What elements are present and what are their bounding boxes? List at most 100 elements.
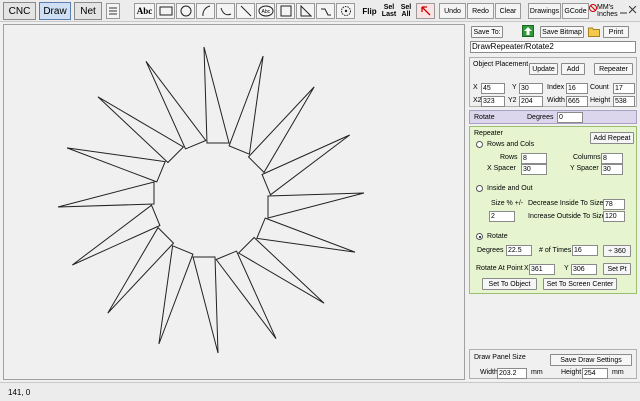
drawings-button[interactable]: Drawings xyxy=(528,3,561,19)
x2-field[interactable]: 323 xyxy=(481,96,505,107)
increase-field[interactable]: 120 xyxy=(603,211,625,222)
upload-icon[interactable] xyxy=(522,25,534,37)
triangle-shape[interactable] xyxy=(228,55,264,155)
size-field[interactable]: 2 xyxy=(489,211,515,222)
repeater-button[interactable]: Repeater xyxy=(594,63,633,75)
rotate-option-label: Rotate xyxy=(487,233,508,240)
menu-icon[interactable] xyxy=(106,3,120,19)
rows-cols-label: Rows and Cols xyxy=(487,141,535,148)
text-tool-button[interactable]: Abc xyxy=(134,3,155,19)
triangle-shape[interactable] xyxy=(247,86,315,174)
rotate-degrees-field[interactable]: 0 xyxy=(557,112,583,123)
triangle-shape[interactable] xyxy=(203,46,230,144)
decrease-field[interactable]: 78 xyxy=(603,199,625,210)
gear-tool-icon[interactable] xyxy=(336,3,355,19)
panel-height-field[interactable]: 254 xyxy=(582,368,608,379)
rotate-point-x-label: X xyxy=(524,265,529,272)
triangle-shape[interactable] xyxy=(237,236,325,304)
arc-tool-icon[interactable] xyxy=(196,3,215,19)
units-inches-label: Inches xyxy=(597,11,618,18)
triangle-shape[interactable] xyxy=(215,250,277,340)
triangle-shape[interactable] xyxy=(261,134,351,196)
triangle-tool-icon[interactable] xyxy=(296,3,315,19)
save-draw-settings-button[interactable]: Save Draw Settings xyxy=(550,354,632,366)
folder-icon[interactable] xyxy=(588,26,600,37)
triangle-shape[interactable] xyxy=(97,96,185,164)
rotate-bar-label: Rotate xyxy=(474,114,495,121)
x-field[interactable]: 45 xyxy=(481,83,505,94)
panel-width-field[interactable]: 203.2 xyxy=(497,368,527,379)
y-label: Y xyxy=(512,84,517,91)
height-field[interactable]: 538 xyxy=(613,96,635,107)
triangle-shape[interactable] xyxy=(71,204,161,266)
times-field[interactable]: 16 xyxy=(572,245,598,256)
drawing-canvas[interactable] xyxy=(3,24,465,380)
y2-label: Y2 xyxy=(508,97,517,104)
width-field[interactable]: 665 xyxy=(566,96,588,107)
rotate-point-y-label: Y xyxy=(564,265,569,272)
rotate-radio[interactable] xyxy=(476,233,483,240)
select-last-label-1: Sel xyxy=(383,4,395,11)
triangle-shape[interactable] xyxy=(66,147,166,183)
text-circle-tool-icon[interactable]: Abc xyxy=(256,3,275,19)
inside-out-radio[interactable] xyxy=(476,185,483,192)
triangle-shape[interactable] xyxy=(256,217,356,253)
curve-tool-icon[interactable] xyxy=(216,3,235,19)
clear-button[interactable]: Clear xyxy=(495,3,521,19)
circle-tool-icon[interactable] xyxy=(176,3,195,19)
save-to-button[interactable]: Save To: xyxy=(471,26,503,38)
minimize-icon[interactable] xyxy=(620,6,628,16)
rotate-point-y-field[interactable]: 306 xyxy=(571,264,597,275)
repeat-degrees-field[interactable]: 22.5 xyxy=(506,245,532,256)
units-toggle[interactable]: MM's Inches xyxy=(589,3,618,19)
triangle-shape[interactable] xyxy=(57,181,155,208)
select-arrow-icon[interactable] xyxy=(416,3,435,19)
flip-button[interactable]: Flip xyxy=(360,3,379,19)
count-field[interactable]: 17 xyxy=(613,83,635,94)
triangle-shape[interactable] xyxy=(267,192,365,219)
inside-out-label: Inside and Out xyxy=(487,185,533,192)
save-bitmap-button[interactable]: Save Bitmap xyxy=(540,26,584,38)
triangle-shape[interactable] xyxy=(158,245,194,345)
close-icon[interactable] xyxy=(628,5,637,16)
tab-cnc[interactable]: CNC xyxy=(3,2,36,20)
square-tool-icon[interactable] xyxy=(276,3,295,19)
height-label: Height xyxy=(590,97,611,104)
undo-button[interactable]: Undo xyxy=(439,3,466,19)
redo-button[interactable]: Redo xyxy=(467,3,494,19)
line-tool-icon[interactable] xyxy=(236,3,255,19)
select-last-label-2: Last xyxy=(381,11,397,18)
divide-360-button[interactable]: ÷ 360 xyxy=(603,245,631,257)
y-spacer-field[interactable]: 30 xyxy=(601,164,623,175)
polyline-tool-icon[interactable] xyxy=(316,3,335,19)
rectangle-tool-icon[interactable] xyxy=(156,3,175,19)
add-repeat-button[interactable]: Add Repeat xyxy=(590,132,634,144)
filename-field[interactable]: DrawRepeater/Rotate2 xyxy=(470,41,636,53)
update-button[interactable]: Update xyxy=(529,63,558,75)
rows-cols-radio[interactable] xyxy=(476,141,483,148)
tab-net[interactable]: Net xyxy=(74,2,102,20)
rotate-point-x-field[interactable]: 361 xyxy=(529,264,555,275)
select-all-button[interactable]: Sel All xyxy=(399,3,413,19)
times-label: # of Times xyxy=(539,247,572,254)
triangle-shape[interactable] xyxy=(192,256,219,354)
triangle-shape[interactable] xyxy=(145,60,207,150)
y-field[interactable]: 30 xyxy=(519,83,543,94)
y2-field[interactable]: 204 xyxy=(519,96,543,107)
print-button[interactable]: Print xyxy=(603,26,629,38)
rows-field[interactable]: 8 xyxy=(521,153,547,164)
rotate-bar: Rotate Degrees 0 xyxy=(469,110,637,124)
triangle-shape[interactable] xyxy=(107,226,175,314)
increase-label: Increase Outside To Size % xyxy=(528,213,614,220)
set-to-object-button[interactable]: Set To Object xyxy=(482,278,537,290)
add-button[interactable]: Add xyxy=(561,63,585,75)
gcode-button[interactable]: GCode xyxy=(562,3,589,19)
set-point-button[interactable]: Set Pt xyxy=(603,263,631,275)
columns-field[interactable]: 8 xyxy=(601,153,623,164)
x-spacer-field[interactable]: 30 xyxy=(521,164,547,175)
select-last-button[interactable]: Sel Last xyxy=(380,3,398,19)
index-field[interactable]: 16 xyxy=(566,83,588,94)
tab-draw[interactable]: Draw xyxy=(39,2,71,20)
rotate-degrees-label: Degrees xyxy=(527,114,554,121)
set-to-screen-center-button[interactable]: Set To Screen Center xyxy=(543,278,617,290)
